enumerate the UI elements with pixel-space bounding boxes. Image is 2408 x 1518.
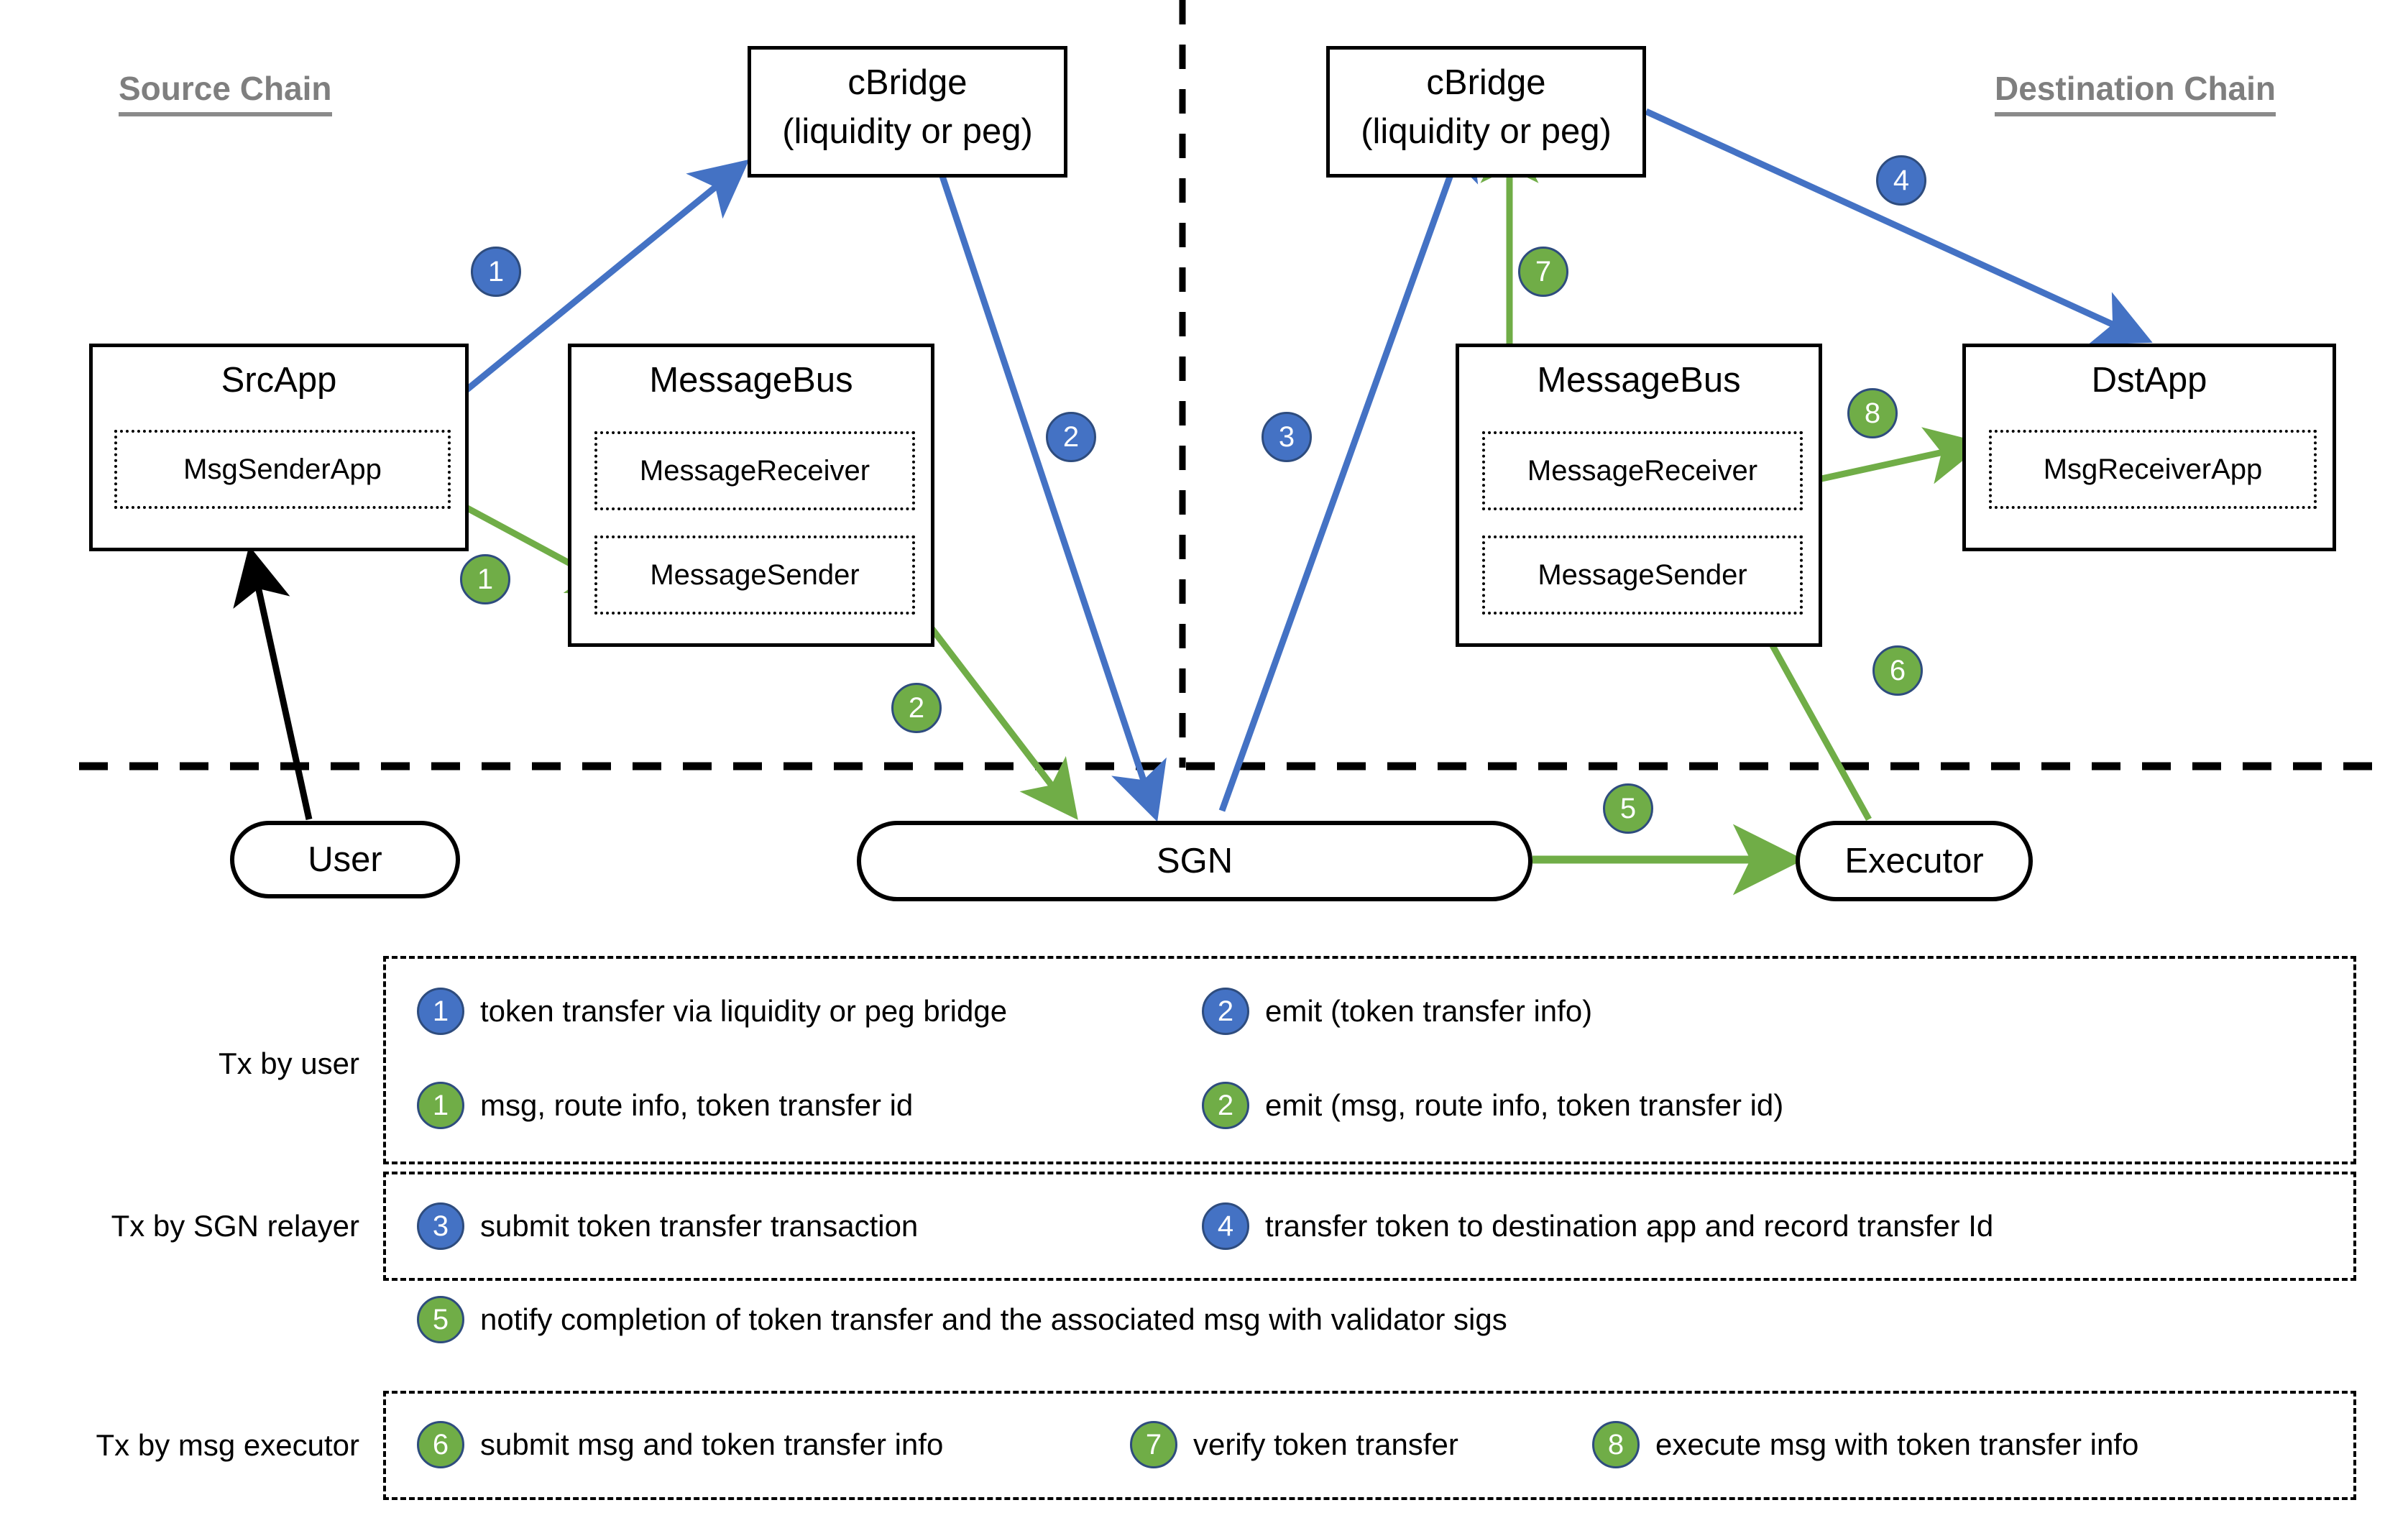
legend-item-green-2: 2 emit (msg, route info, token transfer … bbox=[1202, 1082, 1783, 1129]
legend-item-blue-3: 3 submit token transfer transaction bbox=[417, 1202, 918, 1250]
legend-item-green-7: 7 verify token transfer bbox=[1130, 1421, 1458, 1468]
source-chain-label: Source Chain bbox=[119, 69, 332, 116]
messagebus-destination-messagesender[interactable]: MessageSender bbox=[1482, 535, 1803, 615]
dstapp-msgreceiverapp[interactable]: MsgReceiverApp bbox=[1989, 430, 2317, 509]
node-cbridge-source[interactable]: cBridge (liquidity or peg) bbox=[748, 46, 1067, 178]
legend-badge-green-6: 6 bbox=[417, 1421, 464, 1468]
node-dstapp[interactable]: DstApp MsgReceiverApp bbox=[1962, 344, 2336, 551]
legend-badge-green-2: 2 bbox=[1202, 1082, 1249, 1129]
legend-badge-green-8: 8 bbox=[1592, 1421, 1640, 1468]
legend-row-label-tx-by-sgn-relayer: Tx by SGN relayer bbox=[111, 1209, 359, 1243]
flow-badge-3-blue: 3 bbox=[1262, 412, 1312, 462]
node-messagebus-source[interactable]: MessageBus MessageReceiver MessageSender bbox=[568, 344, 934, 647]
messagebus-source-messagereceiver[interactable]: MessageReceiver bbox=[594, 431, 915, 510]
legend-badge-blue-1: 1 bbox=[417, 988, 464, 1035]
srcapp-title: SrcApp bbox=[221, 361, 337, 400]
flow-badge-1-green: 1 bbox=[460, 554, 510, 604]
messagebus-source-title: MessageBus bbox=[649, 361, 853, 400]
legend-item-green-8: 8 execute msg with token transfer info bbox=[1592, 1421, 2138, 1468]
legend-row-label-tx-by-user: Tx by user bbox=[218, 1046, 359, 1080]
legend-item-green-6: 6 submit msg and token transfer info bbox=[417, 1421, 943, 1468]
arrow-3-blue bbox=[1218, 119, 1479, 812]
legend-badge-green-1: 1 bbox=[417, 1082, 464, 1129]
cbridge-destination-subtitle: (liquidity or peg) bbox=[1361, 112, 1612, 151]
messagebus-destination-messagereceiver[interactable]: MessageReceiver bbox=[1482, 431, 1803, 510]
legend-text-green-7: verify token transfer bbox=[1193, 1427, 1458, 1461]
node-user[interactable]: User bbox=[230, 821, 460, 898]
legend-badge-blue-3: 3 bbox=[417, 1202, 464, 1250]
legend-text-blue-2: emit (token transfer info) bbox=[1265, 994, 1593, 1028]
diagram-canvas: Source Chain Destination Chain cBridge (… bbox=[0, 0, 2408, 1518]
legend-badge-green-5: 5 bbox=[417, 1296, 464, 1343]
legend-text-green-6: submit msg and token transfer info bbox=[480, 1427, 944, 1461]
connectors-layer bbox=[79, 0, 2386, 896]
legend-text-blue-1: token transfer via liquidity or peg brid… bbox=[480, 994, 1008, 1028]
legend-item-blue-1: 1 token transfer via liquidity or peg br… bbox=[417, 988, 1007, 1035]
flow-badge-2-green: 2 bbox=[891, 683, 942, 733]
legend-text-blue-4: transfer token to destination app and re… bbox=[1265, 1209, 1994, 1243]
flow-badge-6-green: 6 bbox=[1872, 645, 1923, 696]
legend-text-green-2: emit (msg, route info, token transfer id… bbox=[1265, 1088, 1784, 1122]
node-executor[interactable]: Executor bbox=[1796, 821, 2033, 901]
arrow-2-blue bbox=[924, 129, 1167, 822]
node-cbridge-destination[interactable]: cBridge (liquidity or peg) bbox=[1326, 46, 1646, 178]
legend-item-green-1: 1 msg, route info, token transfer id bbox=[417, 1082, 913, 1129]
cbridge-source-title: cBridge bbox=[847, 63, 968, 102]
srcapp-msgsenderapp[interactable]: MsgSenderApp bbox=[114, 430, 451, 509]
legend-text-green-8: execute msg with token transfer info bbox=[1655, 1427, 2139, 1461]
legend-row-label-tx-by-msg-executor: Tx by msg executor bbox=[96, 1428, 359, 1462]
flow-badge-7-green: 7 bbox=[1518, 247, 1568, 297]
destination-chain-label: Destination Chain bbox=[1995, 69, 2276, 116]
messagebus-source-messagesender[interactable]: MessageSender bbox=[594, 535, 915, 615]
node-messagebus-destination[interactable]: MessageBus MessageReceiver MessageSender bbox=[1456, 344, 1822, 647]
messagebus-destination-title: MessageBus bbox=[1537, 361, 1741, 400]
legend-text-green-5: notify completion of token transfer and … bbox=[480, 1302, 1507, 1336]
legend-badge-blue-2: 2 bbox=[1202, 988, 1249, 1035]
legend-text-blue-3: submit token transfer transaction bbox=[480, 1209, 919, 1243]
legend-item-blue-4: 4 transfer token to destination app and … bbox=[1202, 1202, 1993, 1250]
flow-badge-1-blue: 1 bbox=[471, 247, 521, 297]
flow-badge-4-blue: 4 bbox=[1876, 155, 1926, 206]
flow-badge-2-blue: 2 bbox=[1046, 412, 1096, 462]
legend-item-green-5: 5 notify completion of token transfer an… bbox=[417, 1296, 1507, 1343]
legend-text-green-1: msg, route info, token transfer id bbox=[480, 1088, 914, 1122]
legend-badge-blue-4: 4 bbox=[1202, 1202, 1249, 1250]
node-srcapp[interactable]: SrcApp MsgSenderApp bbox=[89, 344, 469, 551]
flow-badge-8-green: 8 bbox=[1847, 388, 1898, 438]
node-sgn[interactable]: SGN bbox=[857, 821, 1532, 901]
arrow-4-blue bbox=[1645, 108, 2153, 345]
dstapp-title: DstApp bbox=[2091, 361, 2207, 400]
legend-item-blue-2: 2 emit (token transfer info) bbox=[1202, 988, 1592, 1035]
legend-badge-green-7: 7 bbox=[1130, 1421, 1177, 1468]
cbridge-destination-title: cBridge bbox=[1426, 63, 1546, 102]
arrow-8-green bbox=[1808, 427, 1985, 485]
arrow-user-to-srcapp bbox=[233, 546, 313, 820]
cbridge-source-subtitle: (liquidity or peg) bbox=[782, 112, 1033, 151]
flow-badge-5-green: 5 bbox=[1603, 783, 1653, 834]
